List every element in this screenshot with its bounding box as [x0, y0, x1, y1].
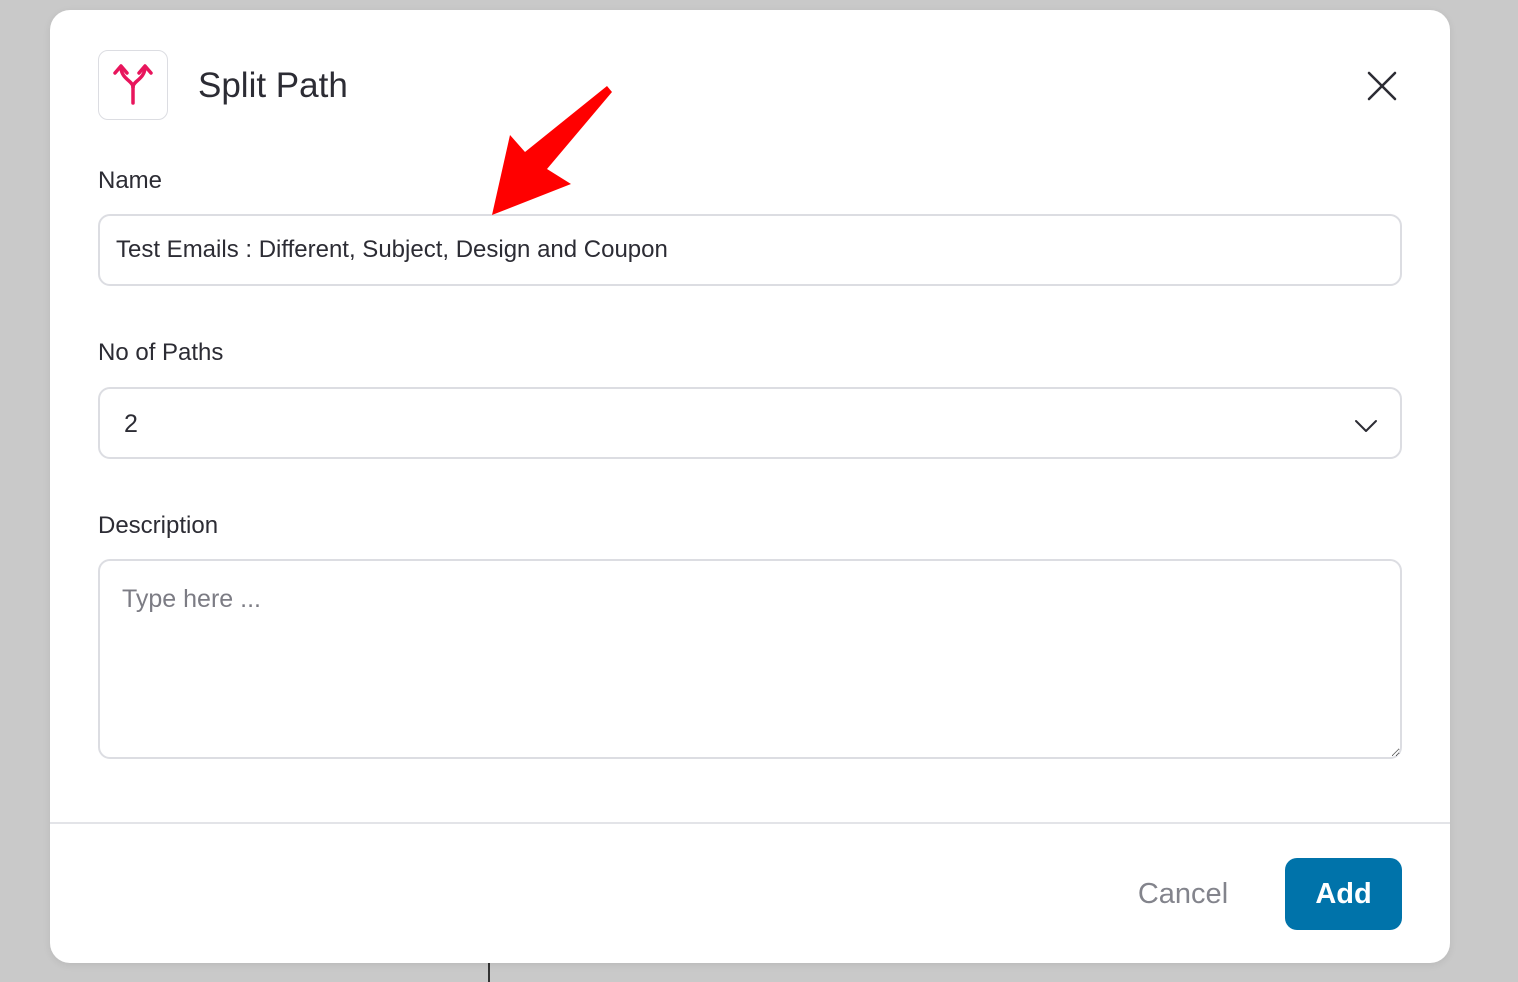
description-textarea[interactable]: [98, 559, 1402, 759]
description-label: Description: [98, 512, 219, 539]
split-path-modal: Split Path Name No of Paths 2 Descriptio…: [50, 10, 1450, 963]
split-path-icon: [98, 50, 168, 120]
name-label: Name: [98, 167, 163, 194]
add-button[interactable]: Add: [1285, 858, 1402, 930]
modal-title: Split Path: [198, 66, 348, 105]
paths-select[interactable]: 2: [98, 387, 1402, 459]
paths-select-value: 2: [124, 410, 138, 438]
close-icon: [1367, 71, 1397, 101]
background-line: [488, 960, 490, 982]
paths-label: No of Paths: [98, 339, 224, 366]
close-button[interactable]: [1362, 66, 1402, 106]
footer-divider: [50, 822, 1450, 824]
chevron-down-icon: [1355, 420, 1377, 432]
name-input[interactable]: [98, 214, 1402, 286]
cancel-button[interactable]: Cancel: [1118, 872, 1248, 916]
